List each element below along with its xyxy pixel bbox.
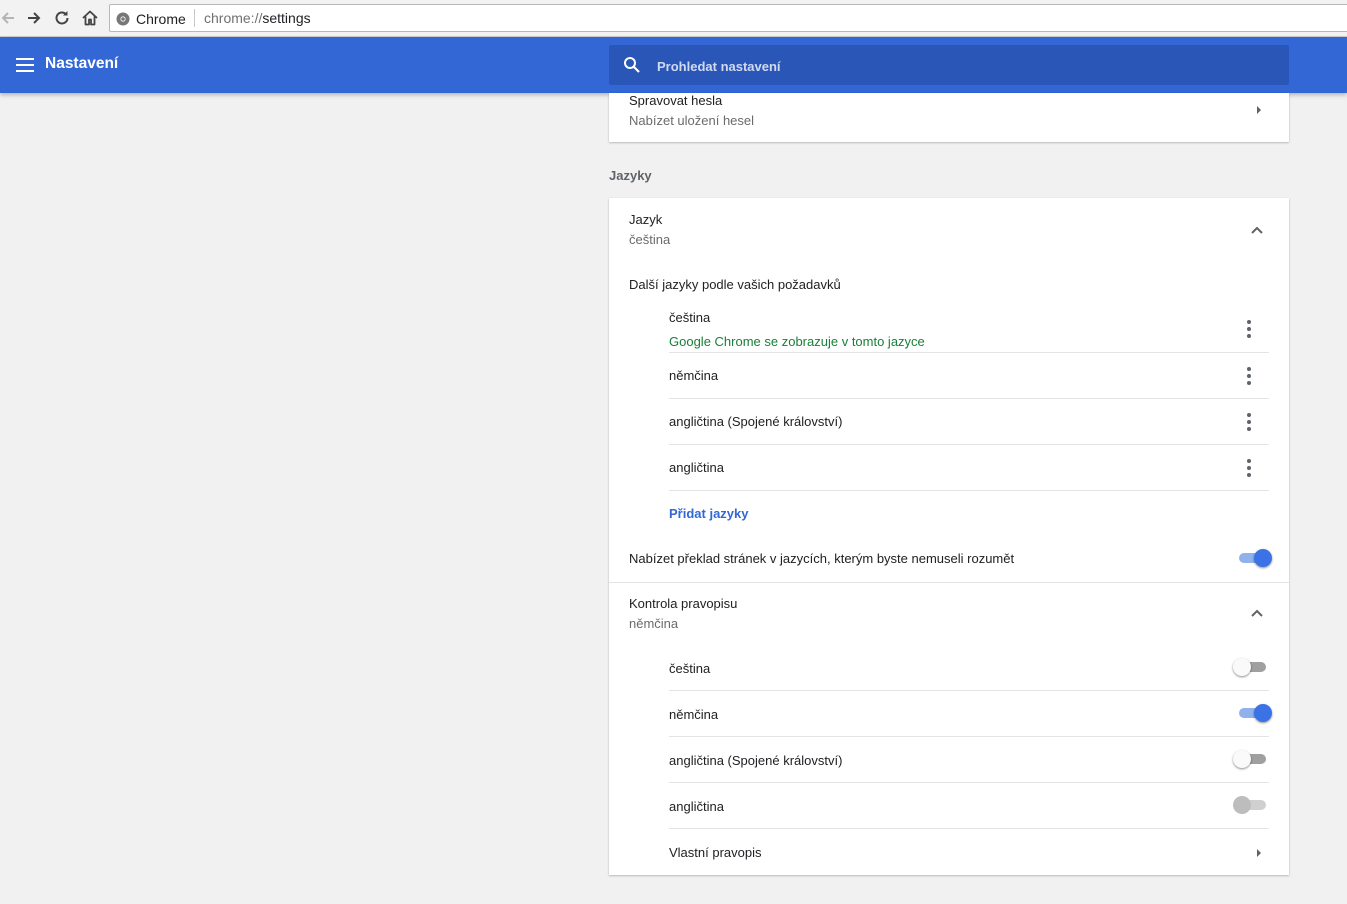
list-item: čeština Google Chrome se zobrazuje v tom… <box>669 302 1269 352</box>
custom-spelling-label: Vlastní pravopis <box>669 845 762 860</box>
languages-card: Jazyk čeština Další jazyky podle vašich … <box>609 198 1289 875</box>
spellcheck-language-name: němčina <box>669 707 719 722</box>
search-input[interactable] <box>655 45 1279 87</box>
list-item: angličtina (Spojené království) <box>669 737 1269 782</box>
list-item: angličtina (Spojené království) <box>669 399 1269 444</box>
search-icon <box>624 57 640 73</box>
more-vert-icon[interactable] <box>1239 412 1259 432</box>
more-vert-icon[interactable] <box>1239 458 1259 478</box>
back-arrow-icon[interactable] <box>0 8 18 28</box>
language-name: angličtina (Spojené království) <box>669 414 843 429</box>
settings-header: Nastavení <box>0 37 1347 93</box>
list-item: němčina <box>669 691 1272 736</box>
browser-toolbar: Chrome chrome://settings <box>0 0 1347 37</box>
url-scheme: chrome:// <box>204 10 263 26</box>
list-item: němčina <box>669 353 1269 398</box>
add-languages-link[interactable]: Přidat jazyky <box>669 506 749 521</box>
language-name: němčina <box>669 368 719 383</box>
page-title: Nastavení <box>45 55 119 72</box>
url-text[interactable]: chrome://settings <box>204 10 311 26</box>
translate-toggle[interactable] <box>1236 548 1272 568</box>
translate-label: Nabízet překlad stránek v jazycích, kter… <box>629 551 1015 566</box>
ordering-label: Další jazyky podle vašich požadavků <box>629 277 841 292</box>
language-name: čeština <box>669 310 711 325</box>
language-row[interactable]: Jazyk čeština <box>609 198 1289 262</box>
spellcheck-value: němčina <box>629 616 679 631</box>
list-item: angličtina <box>669 445 1269 490</box>
chevron-up-icon[interactable] <box>1249 605 1265 621</box>
language-value: čeština <box>629 232 671 247</box>
reload-icon[interactable] <box>52 8 72 28</box>
url-path: settings <box>262 10 311 26</box>
site-chip-label: Chrome <box>136 11 186 27</box>
manage-passwords-subtitle: Nabízet uložení hesel <box>629 113 755 128</box>
custom-spelling-row[interactable]: Vlastní pravopis <box>669 829 1269 875</box>
spellcheck-row[interactable]: Kontrola pravopisu němčina <box>609 583 1289 643</box>
arrow-right-icon <box>1257 106 1261 114</box>
menu-icon[interactable] <box>13 53 37 77</box>
spellcheck-language-name: angličtina <box>669 799 724 814</box>
chrome-logo-icon <box>116 12 130 26</box>
more-vert-icon[interactable] <box>1239 319 1259 339</box>
display-language-note: Google Chrome se zobrazuje v tomto jazyc… <box>669 334 925 349</box>
manage-passwords-title: Spravovat hesla <box>629 93 723 108</box>
search-box[interactable] <box>609 45 1289 87</box>
more-vert-icon[interactable] <box>1239 366 1259 386</box>
manage-passwords-row[interactable]: Spravovat hesla Nabízet uložení hesel <box>609 93 1289 142</box>
address-bar[interactable]: Chrome chrome://settings <box>109 4 1347 32</box>
spellcheck-title: Kontrola pravopisu <box>629 596 738 611</box>
site-chip[interactable]: Chrome <box>116 10 186 28</box>
passwords-card: Spravovat hesla Nabízet uložení hesel <box>609 93 1289 142</box>
translate-row: Nabízet překlad stránek v jazycích, kter… <box>609 536 1289 582</box>
spellcheck-language-name: angličtina (Spojené království) <box>669 753 843 768</box>
languages-section-title: Jazyky <box>609 168 652 183</box>
list-item: čeština <box>669 645 1269 690</box>
arrow-right-icon <box>1257 849 1261 857</box>
home-icon[interactable] <box>80 8 100 28</box>
spellcheck-toggle <box>1233 795 1269 815</box>
list-item: angličtina <box>669 783 1269 828</box>
divider <box>669 490 1269 491</box>
forward-arrow-icon[interactable] <box>24 8 44 28</box>
language-title: Jazyk <box>629 212 663 227</box>
address-separator <box>194 9 195 27</box>
language-name: angličtina <box>669 460 724 475</box>
spellcheck-toggle[interactable] <box>1233 657 1269 677</box>
spellcheck-language-name: čeština <box>669 661 711 676</box>
chevron-up-icon[interactable] <box>1249 222 1265 238</box>
spellcheck-toggle[interactable] <box>1236 703 1272 723</box>
spellcheck-toggle[interactable] <box>1233 749 1269 769</box>
